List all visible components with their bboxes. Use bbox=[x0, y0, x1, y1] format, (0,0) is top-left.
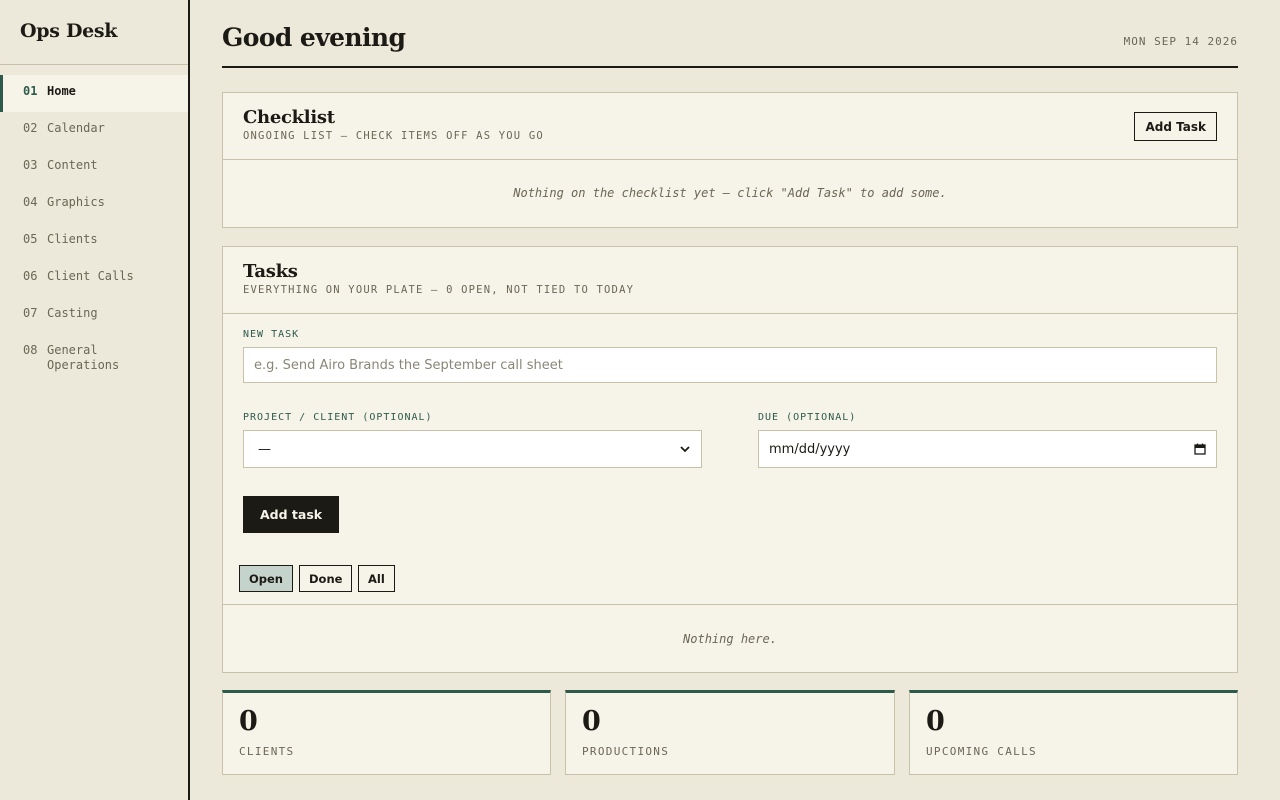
add-checklist-task-button[interactable]: Add Task bbox=[1134, 112, 1217, 141]
checklist-header: Checklist ONGOING LIST — CHECK ITEMS OFF… bbox=[223, 93, 1237, 160]
stat-value: 0 bbox=[582, 706, 601, 737]
stat-card-clients: 0 CLIENTS bbox=[222, 690, 551, 775]
tasks-header: Tasks EVERYTHING ON YOUR PLATE — 0 OPEN,… bbox=[223, 247, 1237, 314]
due-date-label: DUE (OPTIONAL) bbox=[758, 412, 857, 423]
nav-number: 05 bbox=[23, 232, 38, 246]
new-task-input[interactable]: e.g. Send Airo Brands the September call… bbox=[243, 347, 1217, 383]
nav-label: Graphics bbox=[47, 195, 105, 209]
stat-card-productions: 0 PRODUCTIONS bbox=[565, 690, 895, 775]
nav-number: 04 bbox=[23, 195, 38, 209]
nav-label: Client Calls bbox=[47, 269, 134, 283]
filter-all-button[interactable]: All bbox=[358, 565, 395, 592]
new-task-label: NEW TASK bbox=[243, 329, 300, 340]
sidebar-nav: 01 Home 02 Calendar 03 Content 04 Graphi… bbox=[0, 75, 188, 382]
stat-card-upcoming-calls: 0 UPCOMING CALLS bbox=[909, 690, 1238, 775]
current-date: MON SEP 14 2026 bbox=[1123, 35, 1238, 48]
divider bbox=[223, 604, 1237, 605]
tasks-title: Tasks bbox=[243, 261, 298, 282]
due-date-value: mm/dd/yyyy bbox=[769, 441, 851, 457]
checklist-panel: Checklist ONGOING LIST — CHECK ITEMS OFF… bbox=[222, 92, 1238, 228]
page-header: Good evening MON SEP 14 2026 bbox=[222, 0, 1238, 68]
project-client-label: PROJECT / CLIENT (OPTIONAL) bbox=[243, 412, 433, 423]
calendar-icon[interactable] bbox=[1194, 443, 1206, 455]
nav-label: Calendar bbox=[47, 121, 105, 135]
nav-label: Clients bbox=[47, 232, 98, 246]
tasks-panel: Tasks EVERYTHING ON YOUR PLATE — 0 OPEN,… bbox=[222, 246, 1238, 673]
nav-label: Content bbox=[47, 158, 98, 172]
sidebar-item-home[interactable]: 01 Home bbox=[0, 75, 188, 112]
checklist-subtitle: ONGOING LIST — CHECK ITEMS OFF AS YOU GO bbox=[243, 130, 544, 142]
checklist-empty-state: Nothing on the checklist yet — click "Ad… bbox=[513, 186, 947, 200]
nav-number: 03 bbox=[23, 158, 38, 172]
sidebar-item-client-calls[interactable]: 06 Client Calls bbox=[0, 260, 188, 297]
nav-number: 02 bbox=[23, 121, 38, 135]
sidebar: Ops Desk 01 Home 02 Calendar 03 Content … bbox=[0, 0, 190, 800]
sidebar-item-general-operations[interactable]: 08 General Operations bbox=[0, 334, 188, 382]
stat-value: 0 bbox=[239, 706, 258, 737]
project-client-value: — bbox=[258, 441, 271, 457]
sidebar-item-content[interactable]: 03 Content bbox=[0, 149, 188, 186]
sidebar-item-graphics[interactable]: 04 Graphics bbox=[0, 186, 188, 223]
nav-label: Casting bbox=[47, 306, 98, 320]
stat-value: 0 bbox=[926, 706, 945, 737]
checklist-title: Checklist bbox=[243, 107, 335, 128]
stat-label: PRODUCTIONS bbox=[582, 745, 670, 758]
new-task-placeholder: e.g. Send Airo Brands the September call… bbox=[254, 357, 563, 373]
filter-open-button[interactable]: Open bbox=[239, 565, 293, 592]
due-date-input[interactable]: mm/dd/yyyy bbox=[758, 430, 1217, 468]
app-brand: Ops Desk bbox=[0, 0, 188, 65]
chevron-down-icon bbox=[680, 446, 690, 453]
filter-done-button[interactable]: Done bbox=[299, 565, 353, 592]
nav-number: 06 bbox=[23, 269, 38, 283]
nav-label: General Operations bbox=[47, 343, 120, 372]
nav-number: 07 bbox=[23, 306, 38, 320]
sidebar-item-casting[interactable]: 07 Casting bbox=[0, 297, 188, 334]
sidebar-item-calendar[interactable]: 02 Calendar bbox=[0, 112, 188, 149]
tasks-subtitle: EVERYTHING ON YOUR PLATE — 0 OPEN, NOT T… bbox=[243, 284, 635, 296]
page-title: Good evening bbox=[222, 23, 406, 52]
stat-label: UPCOMING CALLS bbox=[926, 745, 1037, 758]
add-task-button[interactable]: Add task bbox=[243, 496, 340, 533]
tasks-empty-state: Nothing here. bbox=[683, 632, 777, 646]
nav-number: 08 bbox=[23, 343, 38, 357]
main-content: Good evening MON SEP 14 2026 Checklist O… bbox=[222, 0, 1238, 775]
sidebar-item-clients[interactable]: 05 Clients bbox=[0, 223, 188, 260]
project-client-select[interactable]: — bbox=[243, 430, 702, 468]
nav-label: Home bbox=[47, 84, 76, 98]
nav-number: 01 bbox=[23, 84, 38, 98]
stat-label: CLIENTS bbox=[239, 745, 295, 758]
